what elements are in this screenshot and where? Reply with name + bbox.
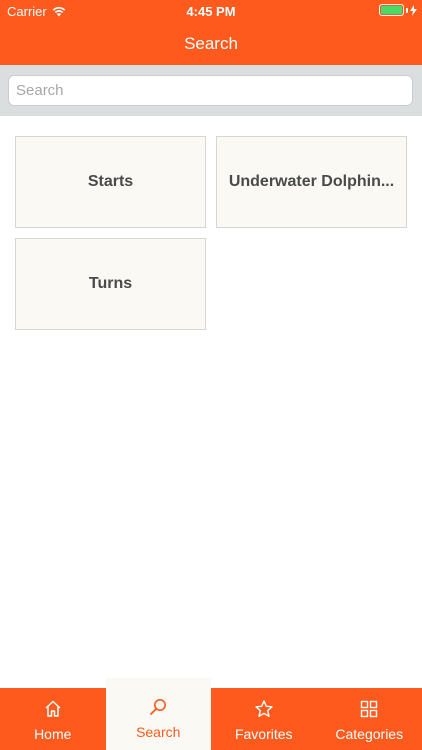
category-tile-turns[interactable]: Turns xyxy=(15,238,206,330)
battery-indicator xyxy=(379,4,417,16)
star-icon xyxy=(254,698,274,720)
tab-search[interactable]: Search xyxy=(105,678,211,750)
charging-bolt-icon xyxy=(410,4,417,16)
category-tile-underwater-dolphin[interactable]: Underwater Dolphin... xyxy=(216,136,407,228)
status-bar: Carrier 4:45 PM xyxy=(0,0,422,22)
status-time: 4:45 PM xyxy=(186,4,236,19)
tab-favorites[interactable]: Favorites xyxy=(211,688,317,750)
tile-label: Turns xyxy=(88,275,133,292)
search-bar xyxy=(0,65,422,116)
tab-favorites-label: Favorites xyxy=(234,726,293,742)
grid-icon xyxy=(359,698,379,720)
category-tile-starts[interactable]: Starts xyxy=(15,136,206,228)
battery-icon xyxy=(379,4,404,16)
search-icon xyxy=(148,696,168,718)
tab-home-label: Home xyxy=(34,726,72,742)
tab-home[interactable]: Home xyxy=(0,688,106,750)
tab-categories-label: Categories xyxy=(335,726,404,742)
tile-label: Starts xyxy=(87,173,134,190)
tab-search-label: Search xyxy=(136,724,181,740)
search-input[interactable] xyxy=(8,75,413,106)
page-title: Search xyxy=(184,34,238,53)
tile-label: Underwater Dolphin... xyxy=(228,173,395,190)
tab-bar: Home Search Favorites Categories xyxy=(0,678,422,750)
home-icon xyxy=(43,698,63,720)
top-bar: Carrier 4:45 PM Search xyxy=(0,0,422,65)
tab-categories[interactable]: Categories xyxy=(317,688,422,750)
